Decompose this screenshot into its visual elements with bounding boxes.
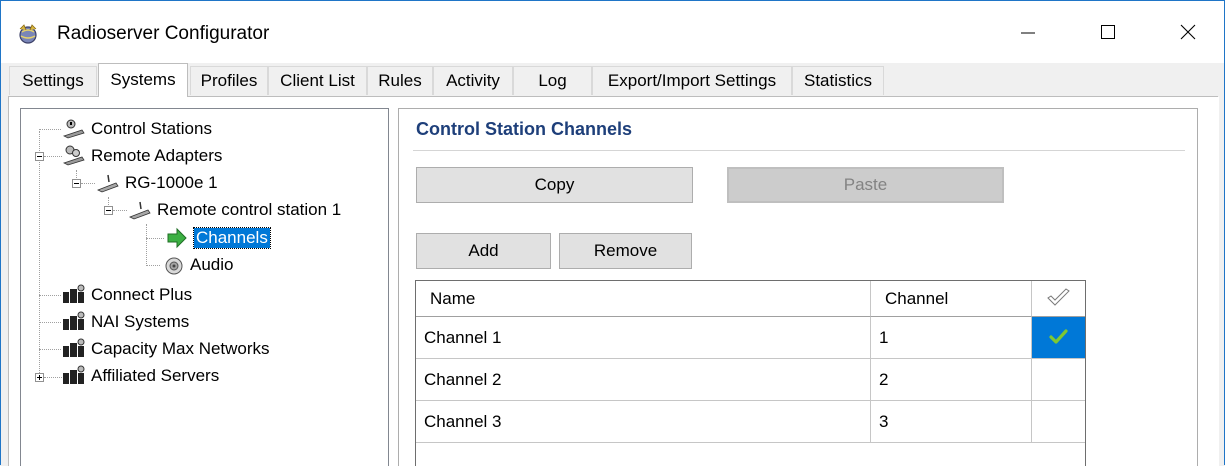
table-row[interactable]: Channel 2 2 [416,359,1085,401]
tree-item-label: Remote Adapters [91,146,223,165]
column-header-channel[interactable]: Channel [871,281,1032,317]
control-station-icon [62,119,85,139]
tree-item-label: Control Stations [91,119,212,138]
tree-item-label: Connect Plus [91,285,193,304]
close-icon [1180,24,1196,40]
cell-channel[interactable]: 2 [871,359,1032,401]
tree-item-label: Audio [190,255,234,274]
minimize-icon [1021,32,1035,34]
tree-item-label: Channels [193,227,271,249]
collapse-toggle[interactable] [72,179,81,188]
maximize-icon [1101,25,1115,39]
cell-name[interactable]: Channel 2 [416,359,871,401]
gateway-icon [97,174,119,193]
tab-client-list[interactable]: Client List [268,66,367,95]
tree-line [44,156,62,157]
maximize-button[interactable] [1073,1,1143,63]
column-header-check[interactable] [1032,281,1085,317]
tree-item-label: Capacity Max Networks [91,339,270,358]
remove-button[interactable]: Remove [559,233,692,269]
tree-line [44,377,62,378]
collapse-toggle[interactable] [35,152,44,161]
cell-name[interactable]: Channel 3 [416,401,871,443]
add-button[interactable]: Add [416,233,551,269]
table-row[interactable]: Channel 1 1 [416,317,1085,359]
title-bar[interactable]: Radioserver Configurator [1,1,1224,63]
tree-item-remote-control-station-1[interactable]: Remote control station 1 [128,198,341,222]
paste-button[interactable]: Paste [727,167,1004,203]
tab-statistics[interactable]: Statistics [792,66,884,95]
copy-button[interactable]: Copy [416,167,693,203]
cell-channel[interactable]: 3 [871,401,1032,443]
network-system-icon [63,365,85,384]
expand-toggle[interactable] [35,373,44,382]
tree-item-label: NAI Systems [91,312,190,331]
tree-line [39,131,40,379]
cell-check[interactable] [1032,359,1085,401]
tree-line [39,129,61,130]
panel-title: Control Station Channels [416,119,632,139]
cell-check[interactable] [1032,317,1085,359]
minimize-button[interactable] [993,1,1063,63]
channels-grid[interactable]: Name Channel Channel 1 1 Channel 2 2 Cha… [415,280,1086,466]
app-globe-icon [19,24,37,44]
tree-line [39,349,61,350]
tree-line [146,265,160,266]
close-button[interactable] [1153,1,1223,63]
column-header-name[interactable]: Name [416,281,871,317]
tree-item-label: RG-1000e 1 [125,173,218,192]
tab-strip: Settings Systems Profiles Client List Ru… [0,63,1225,97]
tab-settings[interactable]: Settings [9,66,97,95]
tree-item-remote-adapters[interactable]: Remote Adapters [62,144,222,168]
network-system-icon [63,311,85,330]
tree-item-channels[interactable]: Channels [165,226,271,250]
radio-station-icon [129,201,151,220]
tree-line [113,210,127,211]
tree-item-affiliated-servers[interactable]: Affiliated Servers [62,364,219,388]
tree-item-audio[interactable]: Audio [161,253,233,277]
tree-item-control-stations[interactable]: Control Stations [62,117,212,141]
cell-name[interactable]: Channel 1 [416,317,871,359]
tab-export-import-settings[interactable]: Export/Import Settings [592,66,792,95]
tree-item-label: Remote control station 1 [157,200,342,219]
arrow-right-icon [167,227,187,249]
tab-systems[interactable]: Systems [98,63,188,97]
tree-item-nai-systems[interactable]: NAI Systems [62,310,189,334]
tree-item-capacity-max-networks[interactable]: Capacity Max Networks [62,337,270,361]
check-header-icon [1047,288,1070,306]
tree-line [81,183,95,184]
collapse-toggle[interactable] [104,206,113,215]
tab-activity[interactable]: Activity [433,66,513,95]
tree-line [146,224,147,266]
tree-line [146,238,164,239]
audio-speaker-icon [165,257,183,275]
tree-line [39,322,61,323]
cell-channel[interactable]: 1 [871,317,1032,359]
tab-rules[interactable]: Rules [367,66,433,95]
tree-line [39,295,61,296]
cell-check[interactable] [1032,401,1085,443]
tree-item-label: Affiliated Servers [91,366,220,385]
network-system-icon [63,284,85,303]
tab-profiles[interactable]: Profiles [190,66,268,95]
table-row[interactable]: Channel 3 3 [416,401,1085,443]
tree-item-connect-plus[interactable]: Connect Plus [62,283,192,307]
tree-item-rg-1000e-1[interactable]: RG-1000e 1 [96,171,218,195]
check-mark-icon [1049,329,1068,344]
window-title: Radioserver Configurator [57,23,270,44]
grid-header-row: Name Channel [416,281,1085,317]
tab-log[interactable]: Log [513,66,592,95]
panel-title-divider [413,150,1185,151]
network-system-icon [63,338,85,357]
remote-adapters-icon [62,145,85,166]
